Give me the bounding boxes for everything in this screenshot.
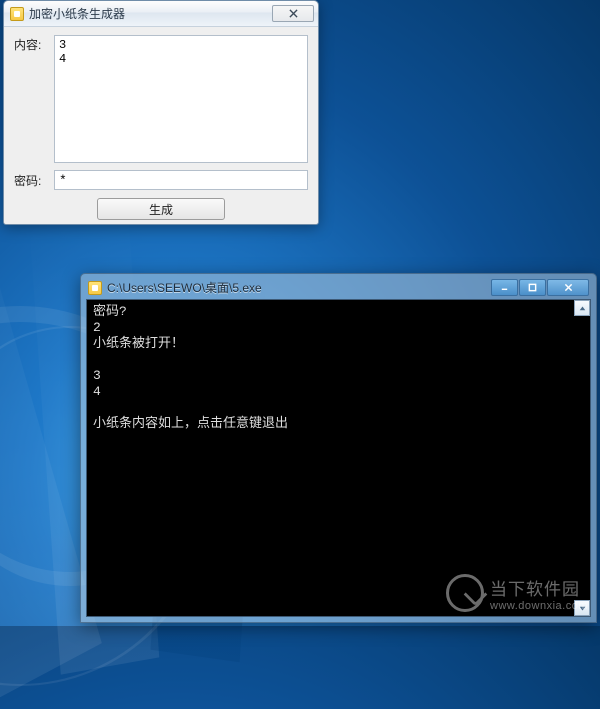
chevron-up-icon xyxy=(579,305,586,312)
password-row: 密码: xyxy=(14,170,308,190)
generator-body: 内容: 密码: 生成 xyxy=(4,27,318,230)
scrollbar[interactable] xyxy=(574,300,590,616)
password-label: 密码: xyxy=(14,171,48,189)
app-icon xyxy=(88,281,102,295)
console-body[interactable]: 密码? 2 小纸条被打开！ 3 4 小纸条内容如上，点击任意键退出 xyxy=(86,299,591,617)
minimize-button[interactable] xyxy=(491,279,518,296)
console-output: 密码? 2 小纸条被打开！ 3 4 小纸条内容如上，点击任意键退出 xyxy=(87,300,590,616)
generator-window: 加密小纸条生成器 内容: 密码: 生成 xyxy=(3,0,319,225)
content-textarea[interactable] xyxy=(54,35,308,163)
close-icon xyxy=(564,283,573,292)
scroll-up-button[interactable] xyxy=(574,300,590,316)
close-button[interactable] xyxy=(547,279,589,296)
caption-buttons xyxy=(491,279,589,296)
generate-row: 生成 xyxy=(14,198,308,220)
password-input[interactable] xyxy=(54,170,308,190)
console-title: C:\Users\SEEWO\桌面\5.exe xyxy=(107,279,491,296)
content-label: 内容: xyxy=(14,35,48,163)
maximize-icon xyxy=(528,283,537,292)
close-button[interactable] xyxy=(272,5,314,22)
console-titlebar[interactable]: C:\Users\SEEWO\桌面\5.exe xyxy=(86,279,591,299)
generator-titlebar[interactable]: 加密小纸条生成器 xyxy=(4,1,318,27)
console-window: C:\Users\SEEWO\桌面\5.exe 密码? 2 小纸条被打开！ 3 … xyxy=(80,273,597,623)
scroll-down-button[interactable] xyxy=(574,600,590,616)
generate-button[interactable]: 生成 xyxy=(97,198,225,220)
app-icon xyxy=(10,7,24,21)
close-icon xyxy=(289,9,298,18)
generator-title: 加密小纸条生成器 xyxy=(29,5,272,22)
minimize-icon xyxy=(500,283,509,292)
chevron-down-icon xyxy=(579,605,586,612)
maximize-button[interactable] xyxy=(519,279,546,296)
content-row: 内容: xyxy=(14,35,308,163)
